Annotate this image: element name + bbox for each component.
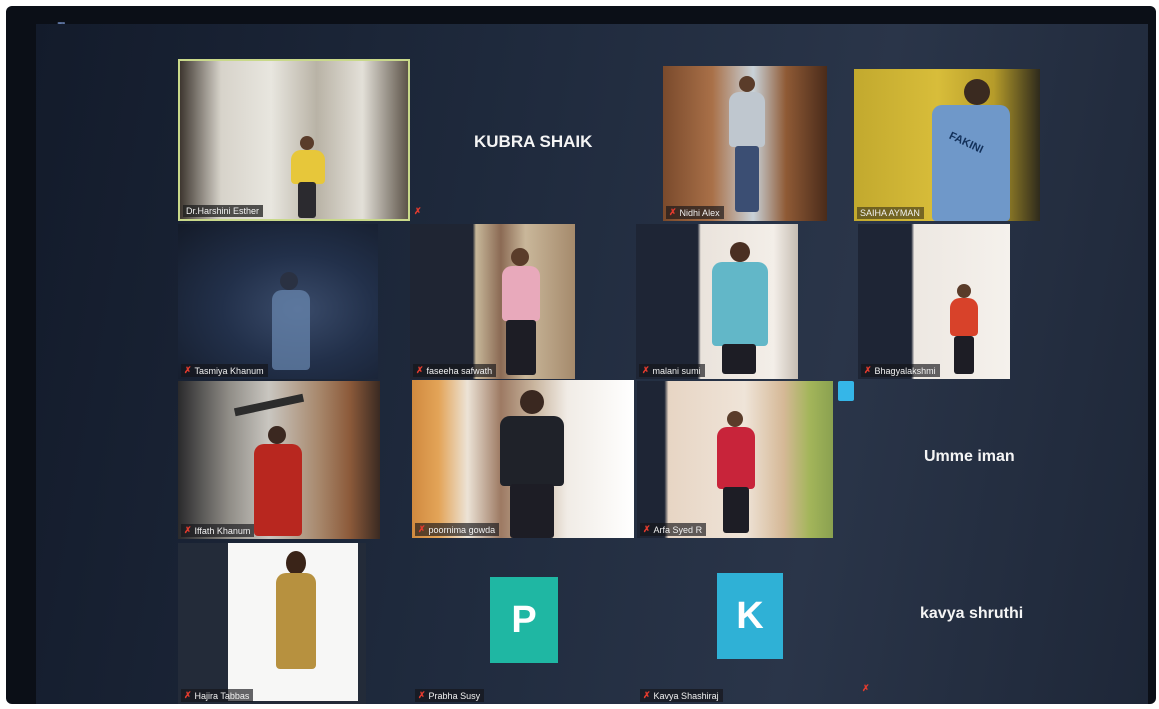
video-gallery: Dr.Harshini Esther ✗ KUBRA SHAIK ✗ Nidhi… <box>36 24 1148 704</box>
participant-figure <box>288 136 328 219</box>
mic-muted-icon: ✗ <box>642 365 650 375</box>
spotlight-indicator-icon <box>838 381 854 401</box>
participant-name: Hajira Tabbas <box>194 690 250 701</box>
participant-name: faseeha safwath <box>426 365 493 376</box>
video-tile-prabha[interactable]: P ✗ Prabha Susy <box>412 543 634 704</box>
participant-figure <box>248 426 308 538</box>
video-tile-harshini[interactable]: Dr.Harshini Esther <box>178 59 410 221</box>
avatar-initial: K <box>736 594 764 637</box>
mic-muted-icon: ✗ <box>669 207 677 217</box>
video-tile-faseeha[interactable]: ✗ faseeha safwath <box>410 224 575 379</box>
name-tag: ✗ Bhagyalakshmi <box>861 364 940 377</box>
monitor-frame: ▬ ▦ Dr.Harshini Esther ✗ KUBRA SHAIK <box>6 6 1156 704</box>
video-tile-hajira[interactable]: ✗ Hajira Tabbas <box>178 543 366 704</box>
participant-figure <box>268 551 324 683</box>
participant-name: Iffath Khanum <box>194 525 251 536</box>
participant-name: Bhagyalakshmi <box>874 365 936 376</box>
video-tile-arfa[interactable]: ✗ Arfa Syed R <box>637 381 833 538</box>
name-tag: ✗ Kavya Shashiraj <box>640 689 723 702</box>
participant-name: Dr.Harshini Esther <box>186 206 260 216</box>
name-tag: Dr.Harshini Esther <box>183 205 264 217</box>
participant-name-only: KUBRA SHAIK <box>474 132 593 151</box>
participant-name: Tasmiya Khanum <box>194 365 264 376</box>
mic-muted-icon: ✗ <box>416 365 424 375</box>
name-tag: ✗ Prabha Susy <box>415 689 485 702</box>
video-feed <box>410 224 575 379</box>
participant-name: malani sumi <box>652 365 701 376</box>
video-feed <box>858 224 1010 379</box>
participant-name: Kavya Shashiraj <box>653 690 719 701</box>
name-tag: ✗ Tasmiya Khanum <box>181 364 268 377</box>
name-tag: ✗ Iffath Khanum <box>181 524 255 537</box>
participant-name: Arfa Syed R <box>653 524 703 535</box>
mic-muted-icon: ✗ <box>184 525 192 535</box>
mic-muted-icon: ✗ <box>414 206 422 216</box>
name-tag: ✗ Hajira Tabbas <box>181 689 254 702</box>
participant-name: Nidhi Alex <box>679 207 720 218</box>
participant-figure <box>711 411 761 536</box>
participant-figure <box>725 76 769 216</box>
video-tile-kavya-shruthi[interactable]: kavya shruthi ✗ <box>858 543 1078 704</box>
video-tile-poornima[interactable]: ✗ poornima gowda <box>412 380 634 538</box>
participant-name-only: Umme iman <box>924 448 1015 465</box>
participant-figure <box>704 242 774 377</box>
video-tile-bhagyalakshmi[interactable]: ✗ Bhagyalakshmi <box>858 224 1010 379</box>
mic-muted-icon: ✗ <box>184 690 192 700</box>
video-tile-nidhi[interactable]: ✗ Nidhi Alex <box>663 66 827 221</box>
video-tile-saiha[interactable]: FAKINI SAIHA AYMAN <box>854 69 1040 221</box>
mic-muted-icon: ✗ <box>864 365 872 375</box>
mic-muted-icon: ✗ <box>643 524 651 534</box>
participant-figure <box>496 248 546 378</box>
participant-figure: FAKINI <box>924 79 1014 221</box>
name-tag: SAIHA AYMAN <box>857 207 924 219</box>
participant-figure <box>266 272 316 377</box>
mic-muted-icon: ✗ <box>862 683 870 693</box>
mic-muted-icon: ✗ <box>184 365 192 375</box>
participant-figure <box>492 390 572 538</box>
video-tile-malani[interactable]: ✗ malani sumi <box>636 224 798 379</box>
video-tile-iffath[interactable]: ✗ Iffath Khanum <box>178 381 380 539</box>
video-tile-tasmiya[interactable]: ✗ Tasmiya Khanum <box>178 224 378 379</box>
avatar: K <box>717 573 783 659</box>
name-tag: ✗ malani sumi <box>639 364 705 377</box>
participant-figure <box>946 284 982 376</box>
name-tag: ✗ faseeha safwath <box>413 364 497 377</box>
name-tag: ✗ Arfa Syed R <box>640 523 707 536</box>
participant-name: SAIHA AYMAN <box>860 208 920 218</box>
name-tag: ✗ Nidhi Alex <box>666 206 724 219</box>
avatar: P <box>490 577 558 663</box>
video-tile-kavya-shashiraj[interactable]: K ✗ Kavya Shashiraj <box>637 543 837 704</box>
participant-name: poornima gowda <box>428 524 496 535</box>
mic-muted-icon: ✗ <box>418 524 426 534</box>
mic-muted-icon: ✗ <box>418 690 426 700</box>
avatar-initial: P <box>511 598 537 641</box>
name-tag: ✗ poornima gowda <box>415 523 500 536</box>
participant-name-only: kavya shruthi <box>920 605 1024 622</box>
mic-muted-icon: ✗ <box>643 690 651 700</box>
participant-name: Prabha Susy <box>428 690 481 701</box>
